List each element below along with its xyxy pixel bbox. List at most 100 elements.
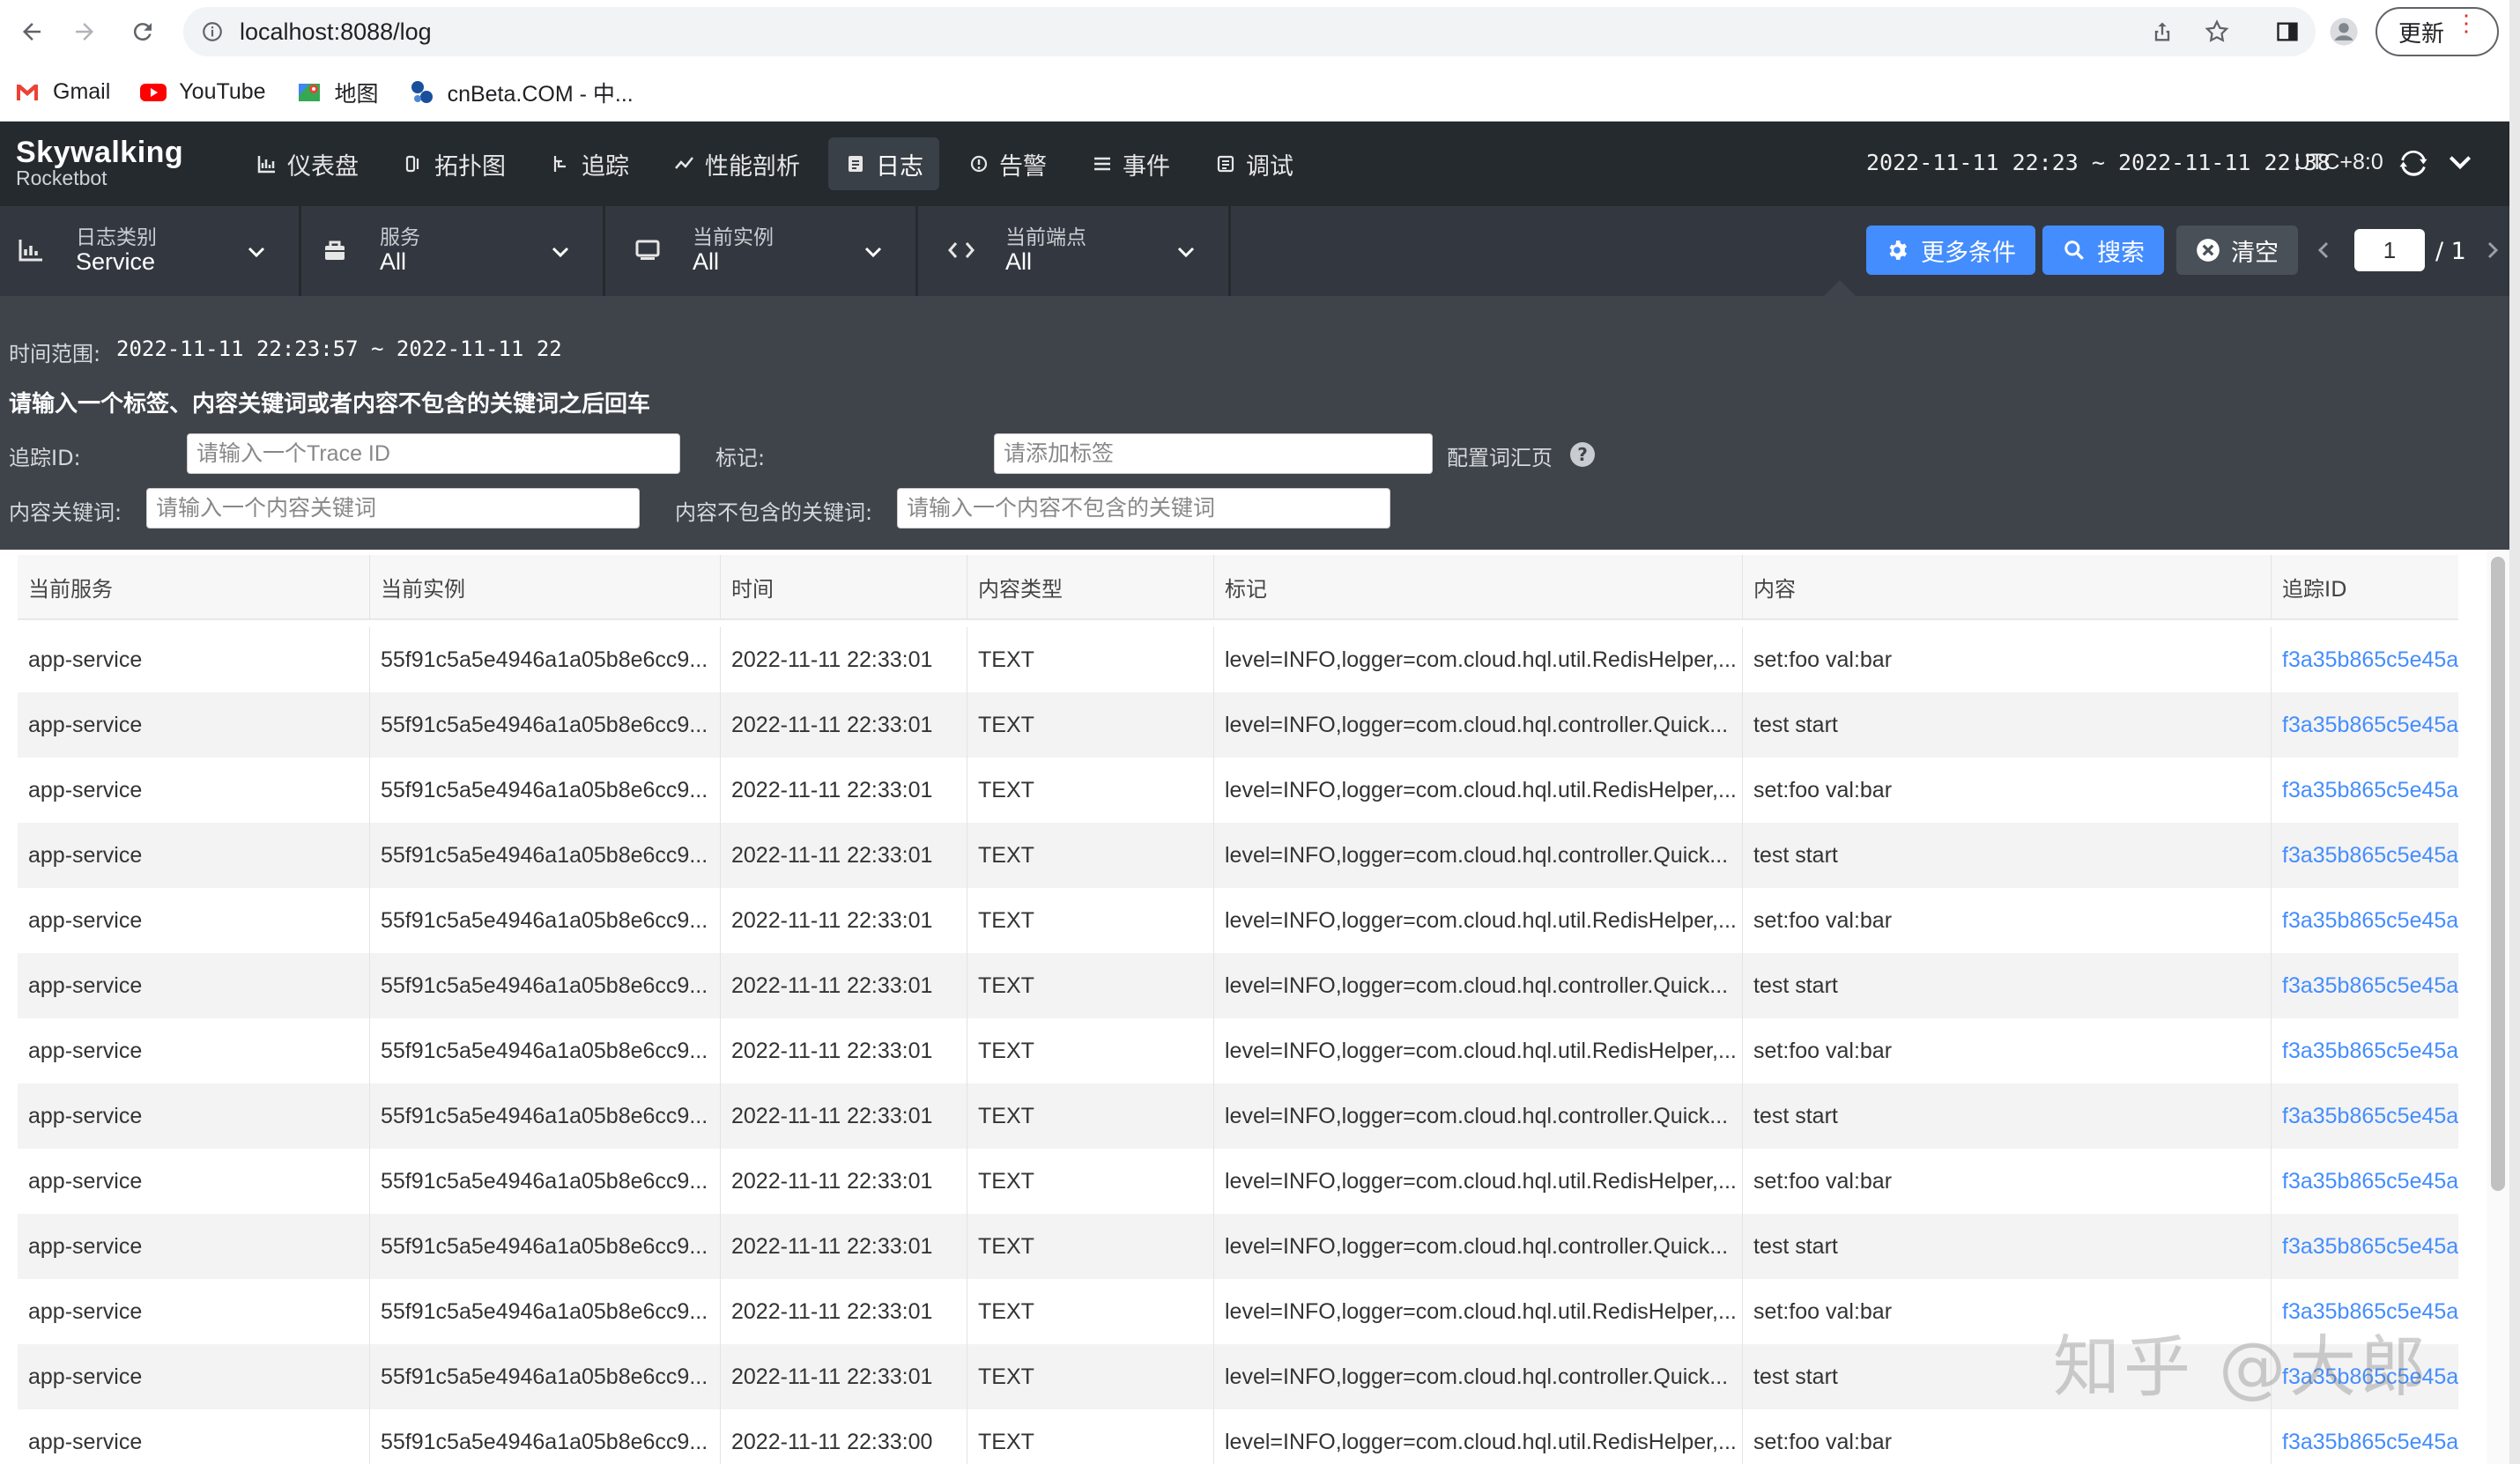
log-type-label: 日志类别 — [76, 226, 157, 249]
table-row[interactable]: app-service 55f91c5a5e4946a1a05b8e6cc9...… — [18, 823, 2458, 888]
nav-topology[interactable]: 拓扑图 — [387, 137, 522, 190]
nav-event[interactable]: 事件 — [1075, 137, 1186, 190]
brand-name: Skywalking — [16, 136, 184, 169]
table-cell: 55f91c5a5e4946a1a05b8e6cc9... — [370, 888, 721, 953]
tags-input[interactable] — [994, 433, 1433, 474]
chevron-left-icon[interactable] — [2314, 240, 2335, 261]
nav-trace[interactable]: 追踪 — [534, 137, 645, 190]
trace-id-link[interactable]: f3a35b865c5e45a — [2272, 758, 2458, 823]
table-cell: 2022-11-11 22:33:01 — [721, 627, 967, 692]
share-icon[interactable] — [2145, 14, 2180, 49]
trace-id-link[interactable]: f3a35b865c5e45a — [2272, 953, 2458, 1018]
table-cell: 55f91c5a5e4946a1a05b8e6cc9... — [370, 953, 721, 1018]
table-cell: 55f91c5a5e4946a1a05b8e6cc9... — [370, 1083, 721, 1149]
bookmark-gmail[interactable]: Gmail — [14, 79, 110, 106]
table-cell: 55f91c5a5e4946a1a05b8e6cc9... — [370, 758, 721, 823]
column-header[interactable]: 内容 — [1743, 555, 2272, 618]
table-cell: test start — [1743, 1214, 2272, 1279]
table-row[interactable]: app-service 55f91c5a5e4946a1a05b8e6cc9...… — [18, 1149, 2458, 1214]
column-header[interactable]: 追踪ID — [2272, 555, 2458, 618]
bookmark-cnbeta[interactable]: cnBeta.COM - 中... — [409, 77, 634, 108]
table-row[interactable]: app-service 55f91c5a5e4946a1a05b8e6cc9...… — [18, 888, 2458, 953]
table-row[interactable]: app-service 55f91c5a5e4946a1a05b8e6cc9...… — [18, 1018, 2458, 1083]
table-cell: level=INFO,logger=com.cloud.hql.util.Red… — [1214, 627, 1743, 692]
column-header[interactable]: 标记 — [1214, 555, 1743, 618]
nav-debug[interactable]: 调试 — [1198, 137, 1309, 190]
forward-icon[interactable] — [65, 12, 104, 51]
nav-alarm[interactable]: 告警 — [952, 137, 1063, 190]
skywalking-logo[interactable]: Skywalking Rocketbot — [16, 136, 183, 190]
table-cell: 2022-11-11 22:33:01 — [721, 1083, 967, 1149]
column-header[interactable]: 当前实例 — [370, 555, 721, 618]
browser-toolbar: localhost:8088/log 更新 ⋮ — [0, 0, 2520, 63]
table-row[interactable]: app-service 55f91c5a5e4946a1a05b8e6cc9...… — [18, 1214, 2458, 1279]
table-row[interactable]: app-service 55f91c5a5e4946a1a05b8e6cc9...… — [18, 1409, 2458, 1464]
trace-id-link[interactable]: f3a35b865c5e45a — [2272, 627, 2458, 692]
profile-avatar-icon[interactable] — [2326, 14, 2361, 49]
scrollbar-thumb[interactable] — [2491, 557, 2505, 1191]
table-cell: level=INFO,logger=com.cloud.hql.controll… — [1214, 1214, 1743, 1279]
trace-id-link[interactable]: f3a35b865c5e45a — [2272, 1214, 2458, 1279]
trace-id-link[interactable]: f3a35b865c5e45a — [2272, 888, 2458, 953]
config-vocabulary-link[interactable]: 配置词汇页 — [1447, 440, 1553, 471]
table-cell: app-service — [18, 823, 370, 888]
log-type-selector[interactable]: 日志类别 Service — [0, 206, 301, 296]
column-header[interactable]: 内容类型 — [967, 555, 1214, 618]
trace-id-link[interactable]: f3a35b865c5e45a — [2272, 1083, 2458, 1149]
bookmark-maps[interactable]: 地图 — [296, 77, 379, 108]
trace-id-link[interactable]: f3a35b865c5e45a — [2272, 1149, 2458, 1214]
more-conditions-button[interactable]: 更多条件 — [1866, 226, 2035, 275]
table-row[interactable]: app-service 55f91c5a5e4946a1a05b8e6cc9...… — [18, 627, 2458, 692]
trace-icon — [550, 152, 573, 175]
update-button[interactable]: 更新 ⋮ — [2375, 7, 2499, 56]
chevron-down-icon[interactable] — [2446, 148, 2478, 180]
address-bar[interactable]: localhost:8088/log — [183, 7, 2316, 56]
instance-selector[interactable]: 当前实例 All — [617, 206, 918, 296]
table-row[interactable]: app-service 55f91c5a5e4946a1a05b8e6cc9...… — [18, 692, 2458, 758]
zhihu-watermark: 知乎 @大郎 — [2053, 1327, 2431, 1406]
chevron-down-icon — [550, 241, 571, 262]
bookmark-star-icon[interactable] — [2199, 14, 2235, 49]
trace-id-link[interactable]: f3a35b865c5e45a — [2272, 823, 2458, 888]
trace-id-input[interactable] — [187, 433, 680, 474]
table-cell: app-service — [18, 1279, 370, 1344]
keyword-input[interactable] — [146, 488, 640, 529]
side-panel-icon[interactable] — [2270, 14, 2305, 49]
chart-icon — [18, 238, 48, 266]
nav-profiling[interactable]: 性能剖析 — [657, 137, 816, 190]
info-icon[interactable] — [201, 20, 224, 43]
back-icon[interactable] — [12, 12, 51, 51]
time-range-value[interactable]: 2022-11-11 22:23:57 ~ 2022-11-11 22 — [116, 336, 562, 361]
table-row[interactable]: app-service 55f91c5a5e4946a1a05b8e6cc9...… — [18, 758, 2458, 823]
chevron-down-icon — [863, 241, 884, 262]
time-range-display[interactable]: 2022-11-11 22:23 ~ 2022-11-11 22:38 — [1866, 150, 2331, 175]
table-row[interactable]: app-service 55f91c5a5e4946a1a05b8e6cc9...… — [18, 953, 2458, 1018]
help-icon[interactable]: ? — [1570, 442, 1595, 467]
column-header[interactable]: 时间 — [721, 555, 967, 618]
service-selector[interactable]: 服务 All — [304, 206, 605, 296]
reload-page-icon[interactable] — [123, 12, 162, 51]
trace-id-link[interactable]: f3a35b865c5e45a — [2272, 1409, 2458, 1464]
trace-id-link[interactable]: f3a35b865c5e45a — [2272, 692, 2458, 758]
chevron-right-icon[interactable] — [2481, 240, 2502, 261]
table-cell: app-service — [18, 758, 370, 823]
page-number-input[interactable] — [2354, 229, 2425, 271]
more-menu-icon[interactable]: ⋮ — [2455, 11, 2478, 34]
table-cell: app-service — [18, 1083, 370, 1149]
exclude-keyword-input[interactable] — [897, 488, 1390, 529]
table-cell: level=INFO,logger=com.cloud.hql.controll… — [1214, 1083, 1743, 1149]
bookmark-youtube[interactable]: YouTube — [140, 79, 266, 106]
nav-log[interactable]: 日志 — [828, 137, 939, 190]
conditions-hint: 请输入一个标签、内容关键词或者内容不包含的关键词之后回车 — [9, 391, 651, 418]
auto-refresh-icon[interactable] — [2398, 148, 2430, 180]
search-button[interactable]: 搜索 — [2042, 226, 2164, 275]
endpoint-value: All — [1005, 248, 1033, 275]
trace-id-link[interactable]: f3a35b865c5e45a — [2272, 1018, 2458, 1083]
table-cell: 2022-11-11 22:33:01 — [721, 1018, 967, 1083]
clear-button[interactable]: 清空 — [2176, 226, 2298, 275]
instance-label: 当前实例 — [693, 226, 774, 249]
table-row[interactable]: app-service 55f91c5a5e4946a1a05b8e6cc9...… — [18, 1083, 2458, 1149]
endpoint-selector[interactable]: 当前端点 All — [930, 206, 1231, 296]
nav-dashboard[interactable]: 仪表盘 — [240, 137, 374, 190]
column-header[interactable]: 当前服务 — [18, 555, 370, 618]
